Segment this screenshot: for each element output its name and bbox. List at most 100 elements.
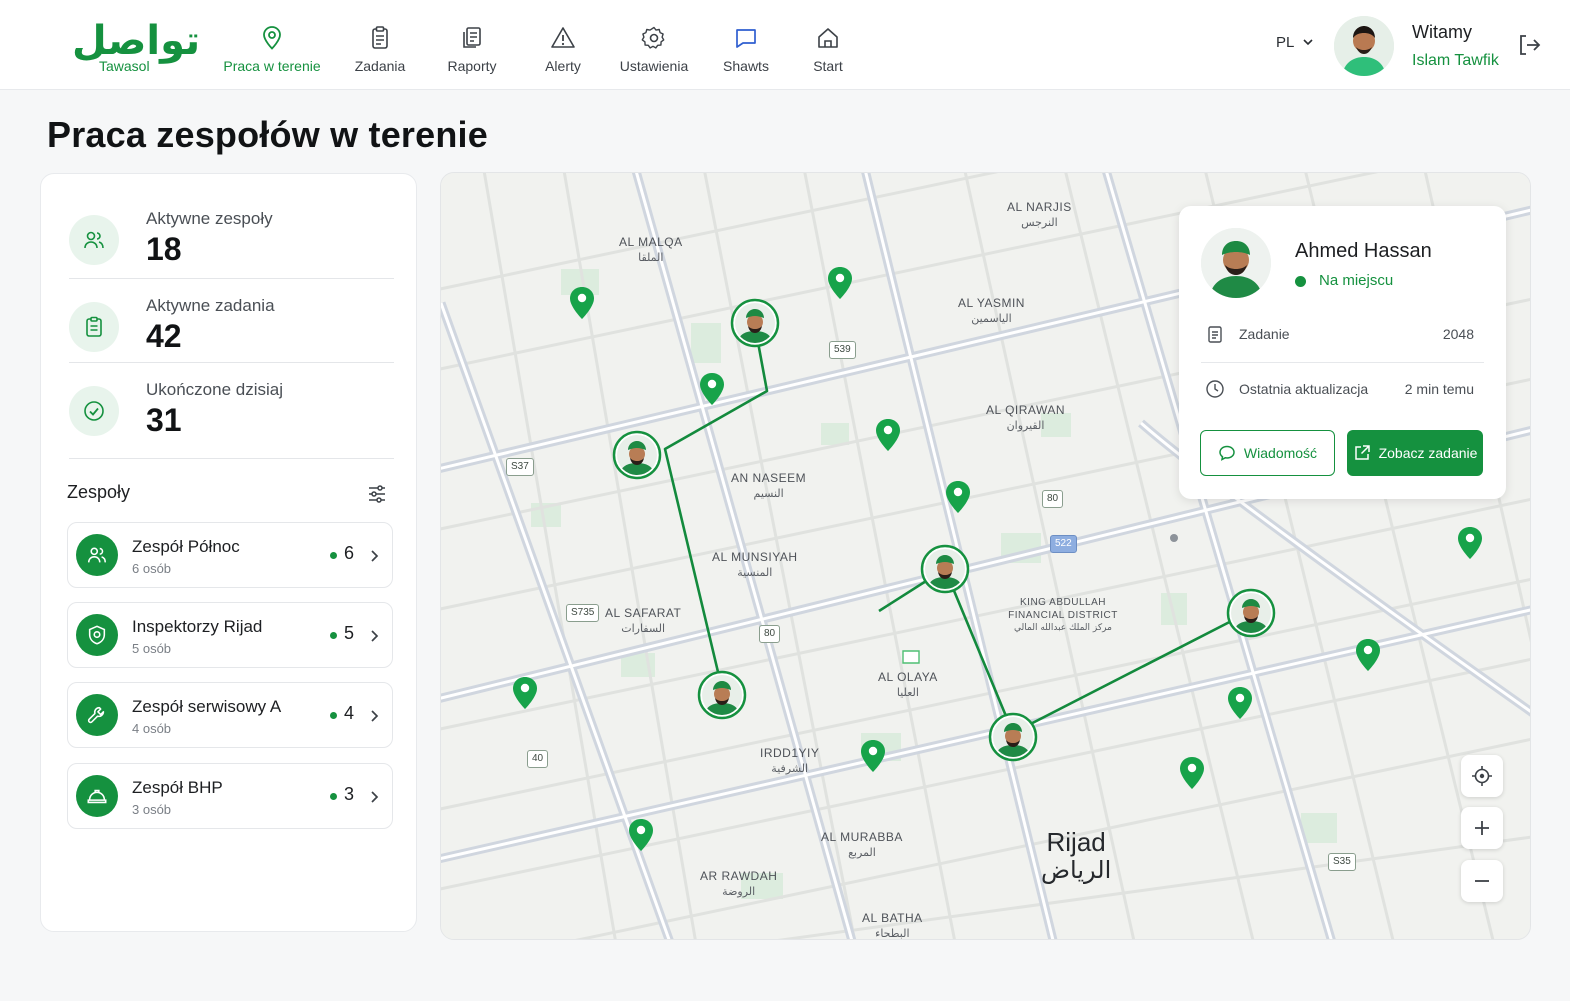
worker-name: Ahmed Hassan (1295, 240, 1432, 262)
nav-item-start[interactable]: Start (778, 20, 878, 76)
language-selector[interactable]: PL (1276, 34, 1314, 51)
stat-active-tasks: Aktywne zadania 42 (69, 296, 389, 376)
status-dot (1295, 276, 1306, 287)
road-shield: 539 (829, 341, 856, 359)
stat-completed-today: Ukończone dzisiaj 31 (69, 380, 389, 460)
chat-icon (736, 29, 756, 48)
top-header: تواصل Tawasol Praca w terenie Zadania Ra… (0, 0, 1570, 90)
chevron-down-icon (1303, 39, 1313, 46)
stat-label: Aktywne zadania (146, 296, 275, 315)
nav-item-alerts[interactable]: Alerty (513, 20, 613, 76)
map-label: AL YASMIN الياسمين (958, 296, 1025, 325)
locate-button[interactable] (1461, 755, 1503, 797)
logout-icon[interactable] (1514, 30, 1544, 60)
nav-label: Zadania (354, 58, 406, 74)
team-members: 4 osób (132, 721, 172, 736)
map-label: AL QIRAWAN القيروان (986, 403, 1066, 432)
task-value: 2048 (1442, 326, 1474, 342)
view-task-button-label: Zobacz zadanie (1378, 445, 1478, 461)
divider (69, 362, 394, 363)
logo[interactable]: تواصل Tawasol (72, 18, 202, 78)
clipboard-icon (372, 26, 388, 49)
external-link-icon (1354, 445, 1370, 460)
map-pin-icon (263, 26, 281, 50)
users-icon (69, 215, 119, 265)
road-shield: S35 (1328, 853, 1356, 871)
task-label: Zadanie (1239, 326, 1290, 342)
team-online-count: 3 (344, 784, 355, 804)
map-label: IRDD1YIY الشرفية (760, 746, 820, 775)
worker-avatar (1201, 228, 1271, 298)
team-members: 3 osób (132, 802, 172, 817)
worker-status: Na miejscu (1319, 272, 1394, 289)
map-label: KING ABDULLAH FINANCIAL DISTRICT مركز الم… (1008, 597, 1118, 633)
stat-active-teams: Aktywne zespoły 18 (69, 209, 389, 289)
divider (69, 458, 394, 459)
message-button[interactable]: Wiadomość (1200, 430, 1335, 476)
chevron-right-icon (371, 630, 379, 642)
shield-icon (76, 614, 118, 656)
nav-label: Alerty (545, 58, 581, 74)
map-label: AL OLAYA العليا (878, 670, 938, 699)
plus-icon (1475, 821, 1489, 835)
users-icon (76, 534, 118, 576)
logo-english: Tawasol (99, 58, 150, 74)
home-icon (818, 28, 838, 48)
chevron-right-icon (371, 791, 379, 803)
stat-label: Ukończone dzisiaj (146, 380, 284, 399)
crosshair-icon (1472, 766, 1492, 786)
nav-item-settings[interactable]: Ustawienia (604, 20, 704, 76)
team-name: Zespół Północ (132, 537, 240, 556)
view-task-button[interactable]: Zobacz zadanie (1347, 430, 1483, 476)
team-name: Zespół BHP (132, 778, 223, 797)
avatar-person-icon (1334, 16, 1394, 76)
nav-label: Ustawienia (619, 58, 689, 74)
last-update-value: 2 min temu (1404, 381, 1474, 397)
nav-item-field-work[interactable]: Praca w terenie (222, 20, 322, 76)
nav-label: Praca w terenie (223, 58, 321, 74)
map-label: AL BATHA البطحاء (862, 911, 923, 940)
chevron-right-icon (371, 710, 379, 722)
divider (1201, 362, 1484, 363)
filter-sliders-icon[interactable] (366, 483, 388, 505)
message-button-label: Wiadomość (1243, 445, 1318, 461)
stat-label: Aktywne zespoły (146, 209, 273, 228)
welcome-text: Witamy (1412, 22, 1472, 42)
nav-item-reports[interactable]: Raporty (422, 20, 522, 76)
team-name: Inspektorzy Rijad (132, 617, 263, 636)
last-update-label: Ostatnia aktualizacja (1239, 381, 1369, 397)
stat-value: 31 (146, 402, 182, 438)
team-item[interactable]: Zespół BHP 3 osób 3 (67, 763, 393, 829)
online-dot (330, 552, 337, 559)
team-item[interactable]: Zespół Północ 6 osób 6 (67, 522, 393, 588)
team-members: 5 osób (132, 641, 172, 656)
zoom-in-button[interactable] (1461, 807, 1503, 849)
language-label: PL (1276, 34, 1294, 51)
chat-bubble-icon (1219, 445, 1235, 461)
user-avatar[interactable] (1334, 16, 1394, 76)
road-shield: 80 (759, 625, 781, 643)
team-members: 6 osób (132, 561, 172, 576)
gear-icon (641, 26, 665, 49)
team-online-count: 4 (344, 703, 355, 723)
report-icon (463, 27, 481, 48)
page-title: Praca zespołów w terenie (47, 114, 488, 155)
online-dot (330, 712, 337, 719)
map-label: AL SAFARAT السفارات (605, 606, 682, 635)
zoom-out-button[interactable] (1461, 860, 1503, 902)
map-view[interactable]: AL NARJIS النرجس AL MALQA الملقا AL YASMIN… (440, 172, 1531, 940)
map-label: AL MURABBA المربع (821, 830, 903, 859)
stat-value: 42 (146, 318, 182, 354)
worker-info-card: Ahmed Hassan Na miejscu Zadanie 2048 Ost… (1179, 206, 1506, 499)
nav-item-tasks[interactable]: Zadania (330, 20, 430, 76)
map-label: AN NASEEM النسيم (731, 471, 807, 500)
team-item[interactable]: Inspektorzy Rijad 5 osób 5 (67, 602, 393, 668)
map-label: AR RAWDAH الروضة (700, 869, 778, 898)
clock-icon (1206, 380, 1224, 398)
warning-icon (551, 27, 575, 48)
road-shield: 522 (1050, 535, 1077, 553)
wrench-icon (76, 694, 118, 736)
road-shield: 80 (1042, 490, 1064, 508)
check-circle-icon (69, 386, 119, 436)
team-item[interactable]: Zespół serwisowy A 4 osób 4 (67, 682, 393, 748)
